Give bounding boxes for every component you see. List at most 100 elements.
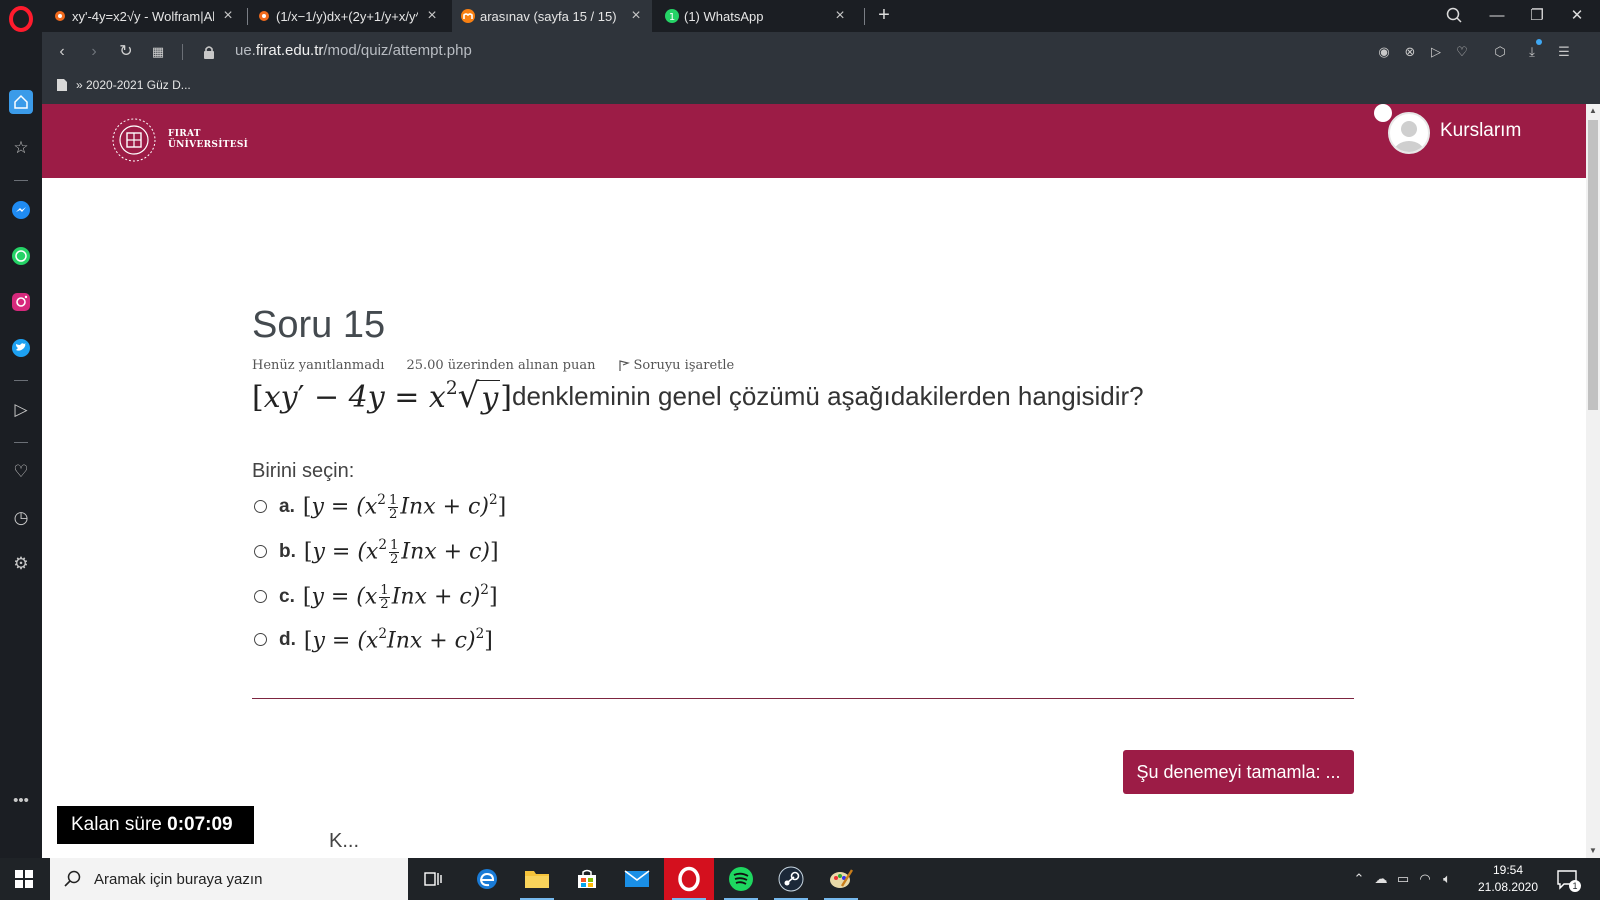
quiz-timer: Kalan süre 0:07:09 [57, 806, 254, 844]
task-view-icon[interactable] [408, 858, 458, 900]
home-icon[interactable] [9, 90, 33, 114]
url-field[interactable]: ue.firat.edu.tr/mod/quiz/attempt.php [235, 42, 472, 59]
cube-icon[interactable]: ⬡ [1490, 42, 1510, 62]
lock-icon[interactable] [202, 44, 216, 60]
section-divider [252, 698, 1354, 699]
sidebar-separator [14, 442, 28, 443]
tab-arasinav[interactable]: arasınav (sayfa 15 / 15) × [452, 0, 652, 32]
my-courses-link[interactable]: Kurslarım [1440, 120, 1521, 142]
answer-option-d[interactable]: d. [y = (x2Inx + c)2] [254, 626, 493, 654]
university-seal-icon [112, 118, 156, 162]
scroll-down-arrow[interactable]: ▼ [1586, 844, 1600, 858]
heart-icon[interactable]: ♡ [1452, 42, 1472, 62]
heart-icon[interactable]: ♡ [9, 460, 33, 484]
avatar[interactable] [1388, 112, 1430, 154]
web-page: FIRAT ÜNİVERSİTESİ Kurslarım Soru 15 Hen… [42, 104, 1586, 858]
scroll-up-arrow[interactable]: ▲ [1586, 104, 1600, 118]
edge-icon[interactable] [462, 858, 512, 900]
cloud-icon[interactable]: ☁ [1370, 871, 1392, 887]
tab-separator [864, 8, 865, 25]
close-icon[interactable]: × [220, 7, 236, 25]
start-button[interactable] [0, 858, 48, 900]
minimize-button[interactable]: — [1482, 4, 1512, 28]
question-text: [xy′ − 4y = x2 √ y] denkleminin genel çözü… [252, 376, 1144, 416]
answer-option-a[interactable]: a. [y = (x2 1 2 Inx + c)2] [254, 492, 506, 521]
instagram-icon[interactable] [9, 290, 33, 314]
close-icon[interactable]: × [424, 7, 440, 25]
radio-button[interactable] [254, 633, 267, 647]
store-icon[interactable] [562, 858, 612, 900]
steam-icon[interactable] [766, 858, 816, 900]
paint-icon[interactable] [816, 858, 866, 900]
forward-button[interactable]: › [82, 40, 106, 64]
camera-icon[interactable]: ◉ [1374, 42, 1394, 62]
send-icon[interactable]: ▷ [1426, 42, 1446, 62]
download-icon[interactable]: ⤓ [1522, 42, 1542, 62]
flow-send-icon[interactable]: ▷ [9, 398, 33, 422]
speed-dial-icon[interactable]: ▦ [146, 40, 170, 64]
windows-taskbar: Aramak için buraya yazın ⌃ ☁ ▭ ◠ 🔈︎ 19:5… [0, 858, 1600, 900]
url-domain: firat.edu.tr [255, 42, 324, 59]
close-window-button[interactable]: ✕ [1562, 4, 1592, 28]
messenger-icon[interactable] [9, 198, 33, 222]
tab-wolfram[interactable]: xy'-4y=x2√y - Wolfram|Alp × [44, 0, 244, 32]
mail-icon[interactable] [612, 858, 662, 900]
flag-question-link[interactable]: Soruyu işaretle [618, 358, 757, 373]
adblock-icon[interactable]: ⊗ [1400, 42, 1420, 62]
tab-title: (1/x−1/y)dx+(2y+1/y+x/y^ [276, 8, 418, 24]
university-logo[interactable]: FIRAT ÜNİVERSİTESİ [110, 114, 248, 166]
notification-dot[interactable] [1374, 104, 1392, 122]
spotify-icon[interactable] [716, 858, 766, 900]
page-scrollbar[interactable]: ▲ ▼ [1586, 104, 1600, 858]
new-tab-button[interactable]: + [872, 4, 896, 27]
search-tabs-icon[interactable] [1440, 4, 1470, 28]
radio-button[interactable] [254, 545, 267, 559]
volume-icon[interactable]: 🔈︎ [1436, 871, 1458, 887]
close-icon[interactable]: × [832, 7, 848, 25]
answer-option-c[interactable]: c. [y = (x 1 2 Inx + c)2] [254, 582, 498, 611]
opera-taskbar-icon[interactable] [664, 858, 714, 900]
search-icon [64, 870, 81, 887]
back-button[interactable]: ‹ [50, 40, 74, 64]
file-explorer-icon[interactable] [512, 858, 562, 900]
settings-gear-icon[interactable]: ⚙ [9, 552, 33, 576]
question-status: Henüz yanıtlanmadı [252, 358, 385, 373]
close-icon[interactable]: × [628, 7, 644, 25]
battery-icon[interactable]: ▭ [1392, 871, 1414, 887]
bookmark-item[interactable]: » 2020-2021 Güz D... [56, 78, 191, 92]
question-equation: [xy′ − 4y = x2 √ y] [252, 376, 513, 416]
moodle-icon [461, 9, 475, 23]
reload-button[interactable]: ↻ [114, 40, 138, 64]
file-icon [57, 79, 67, 91]
sidebar-separator [14, 380, 28, 381]
restore-button[interactable]: ❐ [1522, 4, 1552, 28]
more-icon[interactable]: ••• [9, 788, 33, 812]
finish-attempt-button[interactable]: Şu denemeyi tamamla: ... [1123, 750, 1354, 794]
wifi-icon[interactable]: ◠ [1414, 871, 1436, 887]
taskbar-search[interactable]: Aramak için buraya yazın [50, 858, 408, 900]
opera-sidebar: ☆ ▷ ♡ ◷ ⚙ ••• [0, 32, 42, 858]
star-icon[interactable]: ☆ [9, 136, 33, 160]
history-icon[interactable]: ◷ [9, 506, 33, 530]
clock-date: 21.08.2020 [1477, 880, 1539, 894]
tab-whatsapp[interactable]: 1 (1) WhatsApp × [656, 0, 856, 32]
tab-title: arasınav (sayfa 15 / 15) [480, 8, 617, 24]
whatsapp-icon[interactable] [9, 244, 33, 268]
timer-label: Kalan süre [71, 814, 162, 835]
option-letter: d. [279, 628, 296, 650]
system-tray: ⌃ ☁ ▭ ◠ 🔈︎ [1348, 858, 1458, 900]
opera-logo-icon[interactable] [8, 6, 34, 32]
chevron-up-icon[interactable]: ⌃ [1348, 871, 1370, 887]
radio-button[interactable] [254, 590, 267, 604]
radio-button[interactable] [254, 500, 267, 514]
answer-option-b[interactable]: b. [y = (x2 1 2 Inx + c)] [254, 537, 499, 566]
scroll-thumb[interactable] [1588, 120, 1598, 410]
easy-setup-icon[interactable]: ☰ [1554, 42, 1574, 62]
tab-wolfram-2[interactable]: (1/x−1/y)dx+(2y+1/y+x/y^ × [248, 0, 448, 32]
notification-center-icon[interactable]: 1 [1556, 868, 1581, 892]
twitter-icon[interactable] [9, 336, 33, 360]
question-title: Soru 15 [252, 304, 386, 346]
taskbar-clock[interactable]: 19:54 21.08.2020 [1476, 862, 1540, 896]
option-formula: [y = (x2 1 2 Inx + c)] [303, 537, 499, 568]
address-bar: ‹ › ↻ ▦ ue.firat.edu.tr/mod/quiz/attempt… [42, 32, 1600, 72]
